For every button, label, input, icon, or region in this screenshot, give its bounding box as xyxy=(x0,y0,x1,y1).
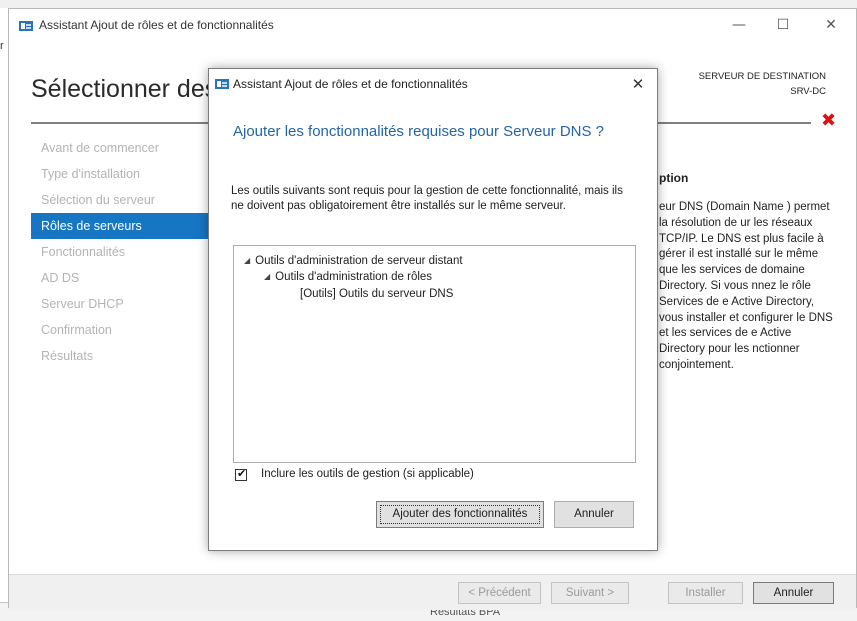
tree-item-dns-tools[interactable]: [Outils] Outils du serveur DNS xyxy=(300,288,453,300)
tree-item-label: [Outils] Outils du serveur DNS xyxy=(300,288,454,300)
error-icon[interactable]: ✖ xyxy=(821,112,836,130)
dialog-title: Assistant Ajout de rôles et de fonctionn… xyxy=(233,77,468,91)
destination-server-info: SERVEUR DE DESTINATION SRV-DC xyxy=(699,69,826,99)
install-button[interactable]: Installer xyxy=(668,582,743,604)
wizard-title: Assistant Ajout de rôles et de fonctionn… xyxy=(39,18,274,32)
add-features-dialog: Assistant Ajout de rôles et de fonctionn… xyxy=(208,68,658,551)
dialog-cancel-button[interactable]: Annuler xyxy=(554,501,634,528)
wizard-nav: Avant de commencer Type d'installation S… xyxy=(31,135,211,369)
page-title: Sélectionner des xyxy=(31,75,218,103)
description-heading: ption xyxy=(659,171,689,185)
dialog-heading: Ajouter les fonctionnalités requises pou… xyxy=(233,123,605,140)
tree-item-label: Outils d'administration de rôles xyxy=(275,271,433,283)
server-manager-icon xyxy=(215,79,229,89)
nav-item-results: Résultats xyxy=(41,349,94,363)
maximize-button[interactable]: ☐ xyxy=(765,13,801,37)
minimize-button[interactable]: — xyxy=(721,13,757,37)
nav-item-server-selection: Sélection du serveur xyxy=(41,193,155,207)
tree-item-rsat[interactable]: ◢ Outils d'administration de serveur dist… xyxy=(244,255,463,267)
nav-item-before-you-begin: Avant de commencer xyxy=(41,141,159,155)
background-edge-text: r xyxy=(0,40,4,52)
nav-item-confirmation: Confirmation xyxy=(41,323,112,337)
window-close-button[interactable]: ✕ xyxy=(813,13,849,37)
wizard-titlebar: Assistant Ajout de rôles et de fonctionn… xyxy=(9,9,856,41)
dialog-intro-text: Les outils suivants sont requis pour la … xyxy=(231,185,623,212)
wizard-footer: < Précédent Suivant > Installer Annuler xyxy=(9,574,856,610)
add-features-button[interactable]: Ajouter des fonctionnalités xyxy=(376,501,544,528)
nav-item-dhcp-server: Serveur DHCP xyxy=(41,297,124,311)
destination-server-name: SRV-DC xyxy=(790,86,826,97)
server-manager-icon xyxy=(19,21,33,31)
tree-item-label: Outils d'administration de serveur dista… xyxy=(255,255,463,267)
next-button[interactable]: Suivant > xyxy=(551,582,629,604)
collapse-triangle-icon[interactable]: ◢ xyxy=(244,256,250,265)
nav-item-features: Fonctionnalités xyxy=(41,245,126,259)
previous-button[interactable]: < Précédent xyxy=(458,582,541,604)
checkmark-icon: ✔ xyxy=(237,467,247,480)
dialog-close-button[interactable]: ✕ xyxy=(627,73,649,95)
add-features-label: Ajouter des fonctionnalités xyxy=(392,508,528,520)
collapse-triangle-icon[interactable]: ◢ xyxy=(264,272,270,281)
required-features-tree[interactable]: ◢ Outils d'administration de serveur dist… xyxy=(233,245,636,463)
background-window-strip xyxy=(0,0,857,8)
tree-item-role-admin-tools[interactable]: ◢ Outils d'administration de rôles xyxy=(264,271,432,283)
nav-item-server-roles[interactable]: Rôles de serveurs xyxy=(31,213,211,239)
nav-item-installation-type: Type d'installation xyxy=(41,167,140,181)
wizard-cancel-button[interactable]: Annuler xyxy=(753,582,834,604)
include-tools-checkbox[interactable]: ✔ xyxy=(235,467,247,481)
nav-item-ad-ds: AD DS xyxy=(41,271,80,285)
role-description-text: eur DNS (Domain Name ) permet la résolut… xyxy=(659,201,833,371)
destination-label: SERVEUR DE DESTINATION xyxy=(698,71,826,82)
include-tools-label[interactable]: Inclure les outils de gestion (si applic… xyxy=(261,468,474,480)
